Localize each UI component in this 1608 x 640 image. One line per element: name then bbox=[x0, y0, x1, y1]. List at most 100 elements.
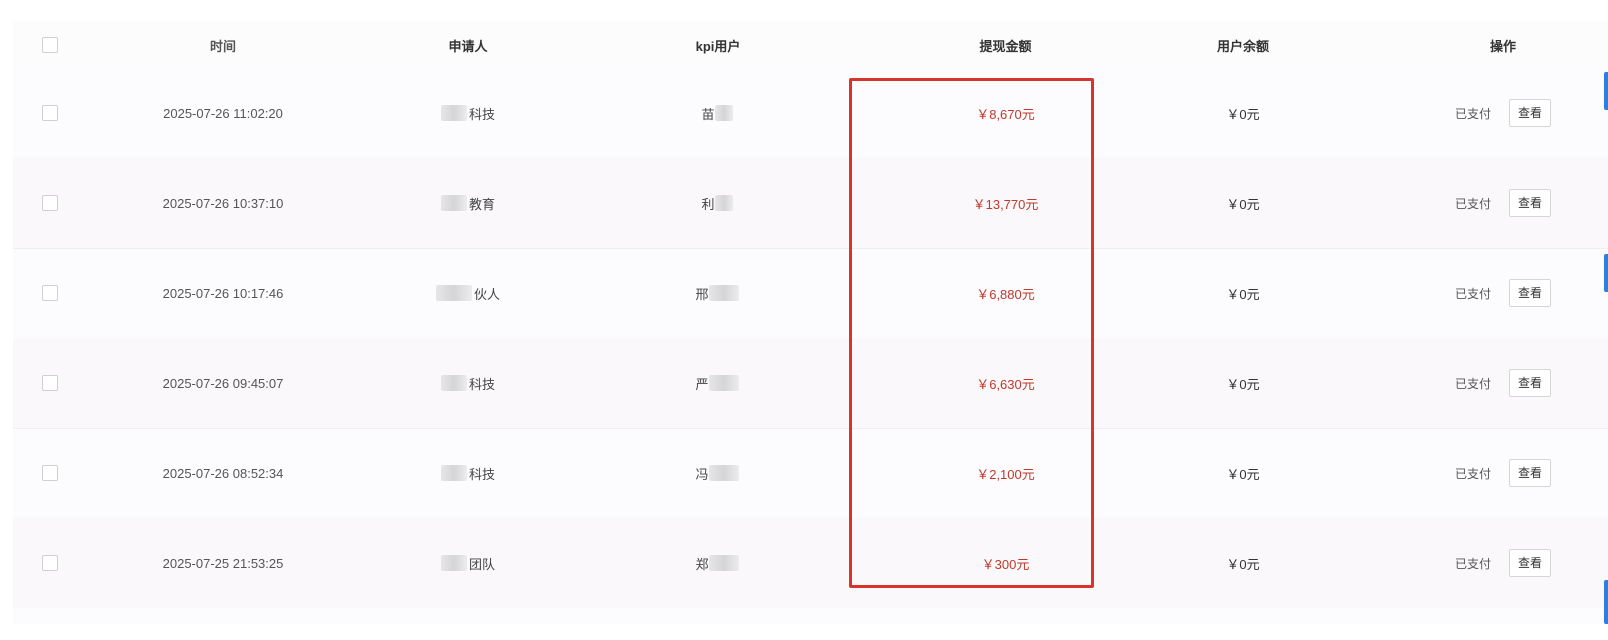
redacted-block bbox=[714, 195, 733, 211]
row-time: 2025-07-26 10:17:46 bbox=[162, 285, 284, 301]
row-checkbox[interactable] bbox=[42, 555, 58, 571]
header-user-balance: 用户余额 bbox=[1216, 38, 1269, 54]
redacted-block bbox=[440, 555, 467, 571]
kpi-prefix: 冯 bbox=[695, 466, 709, 482]
redacted-block bbox=[435, 285, 472, 301]
kpi-prefix: 郑 bbox=[695, 556, 709, 572]
row-time: 2025-07-26 08:52:34 bbox=[162, 465, 284, 481]
kpi-prefix: 苗 bbox=[701, 106, 715, 122]
row-checkbox[interactable] bbox=[42, 375, 58, 391]
row-applicant: 伙人 bbox=[393, 248, 543, 338]
row-applicant: 科技 bbox=[393, 338, 543, 428]
redacted-block bbox=[708, 375, 739, 391]
status-badge: 已支付 bbox=[1454, 196, 1491, 211]
row-withdraw-amount: ￥2,100元 bbox=[976, 466, 1035, 482]
row-time: 2025-07-26 09:45:07 bbox=[162, 375, 284, 391]
view-button[interactable]: 查看 bbox=[1509, 279, 1552, 307]
row-checkbox[interactable] bbox=[42, 285, 58, 301]
table-row: 2025-07-25 21:53:25 团队 郑 ￥300元 ￥0元 已支付 查看 bbox=[13, 518, 1608, 608]
row-actions: 已支付 查看 bbox=[1413, 518, 1593, 608]
applicant-suffix: 科技 bbox=[468, 376, 495, 392]
redacted-block bbox=[440, 375, 467, 391]
status-badge: 已支付 bbox=[1454, 286, 1491, 301]
view-button[interactable]: 查看 bbox=[1509, 549, 1552, 577]
row-checkbox[interactable] bbox=[42, 105, 58, 121]
select-all-checkbox[interactable] bbox=[42, 37, 58, 53]
row-actions: 已支付 查看 bbox=[1413, 158, 1593, 248]
redacted-block bbox=[440, 105, 467, 121]
table-row: 2025-07-26 11:02:20 科技 苗 ￥8,670元 ￥0元 已支付… bbox=[13, 68, 1608, 158]
row-kpi-user: 苗 bbox=[633, 68, 803, 158]
side-tab-handle[interactable] bbox=[1604, 254, 1608, 292]
row-select[interactable] bbox=[38, 428, 62, 518]
row-withdraw-amount: ￥6,630元 bbox=[976, 376, 1035, 392]
view-button[interactable]: 查看 bbox=[1509, 459, 1552, 487]
row-applicant: 团队 bbox=[393, 518, 543, 608]
row-kpi-user: 冯 bbox=[633, 428, 803, 518]
applicant-suffix: 科技 bbox=[468, 466, 495, 482]
applicant-suffix: 教育 bbox=[468, 196, 495, 212]
row-actions: 已支付 查看 bbox=[1413, 428, 1593, 518]
header-applicant: 申请人 bbox=[448, 38, 488, 54]
row-user-balance: ￥0元 bbox=[1226, 376, 1260, 392]
kpi-prefix: 利 bbox=[701, 196, 715, 212]
side-tab-handle[interactable] bbox=[1604, 580, 1608, 624]
redacted-block bbox=[708, 555, 739, 571]
row-applicant: 科技 bbox=[393, 428, 543, 518]
row-kpi-user: 利 bbox=[633, 158, 803, 248]
kpi-prefix: 严 bbox=[695, 376, 709, 392]
row-withdraw-amount: ￥6,880元 bbox=[976, 286, 1035, 302]
row-kpi-user: 严 bbox=[633, 338, 803, 428]
view-button[interactable]: 查看 bbox=[1509, 99, 1552, 127]
row-select[interactable] bbox=[38, 518, 62, 608]
header-actions: 操作 bbox=[1489, 38, 1516, 54]
redacted-block bbox=[708, 465, 739, 481]
row-time: 2025-07-25 21:53:25 bbox=[162, 555, 284, 571]
row-select[interactable] bbox=[38, 158, 62, 248]
row-user-balance: ￥0元 bbox=[1226, 556, 1260, 572]
row-select[interactable] bbox=[38, 338, 62, 428]
row-checkbox[interactable] bbox=[42, 195, 58, 211]
redacted-block bbox=[440, 195, 467, 211]
row-time: 2025-07-26 10:37:10 bbox=[162, 195, 284, 211]
row-user-balance: ￥0元 bbox=[1226, 106, 1260, 122]
row-actions: 已支付 查看 bbox=[1413, 248, 1593, 338]
table-row: 2025-07-26 09:45:07 科技 严 ￥6,630元 ￥0元 已支付… bbox=[13, 338, 1608, 428]
row-withdraw-amount: ￥13,770元 bbox=[972, 196, 1039, 212]
applicant-suffix: 科技 bbox=[468, 106, 495, 122]
status-badge: 已支付 bbox=[1454, 376, 1491, 391]
table-row: 2025-07-26 10:37:10 教育 利 ￥13,770元 ￥0元 已支… bbox=[13, 158, 1608, 248]
row-kpi-user: 邢 bbox=[633, 248, 803, 338]
redacted-block bbox=[440, 465, 467, 481]
header-time: 时间 bbox=[209, 38, 236, 54]
status-badge: 已支付 bbox=[1454, 466, 1491, 481]
header-withdraw-amount: 提现金额 bbox=[979, 38, 1032, 54]
row-kpi-user: 郑 bbox=[633, 518, 803, 608]
row-withdraw-amount: ￥8,670元 bbox=[976, 106, 1035, 122]
table-header: 时间 申请人 kpi用户 提现金额 用户余额 操作 bbox=[13, 22, 1608, 68]
withdrawal-table: 时间 申请人 kpi用户 提现金额 用户余额 操作 2025-07-26 11:… bbox=[13, 22, 1608, 624]
row-select[interactable] bbox=[38, 68, 62, 158]
side-tab-handle[interactable] bbox=[1604, 72, 1608, 110]
row-applicant: 科技 bbox=[393, 68, 543, 158]
row-checkbox[interactable] bbox=[42, 465, 58, 481]
applicant-suffix: 团队 bbox=[468, 556, 495, 572]
row-user-balance: ￥0元 bbox=[1226, 466, 1260, 482]
row-actions: 已支付 查看 bbox=[1413, 68, 1593, 158]
row-user-balance: ￥0元 bbox=[1226, 196, 1260, 212]
header-select-all[interactable] bbox=[38, 22, 62, 68]
row-user-balance: ￥0元 bbox=[1226, 286, 1260, 302]
table-row: 2025-07-26 10:17:46 伙人 邢 ￥6,880元 ￥0元 已支付… bbox=[13, 248, 1608, 338]
table-row: 2025-07-26 08:52:34 科技 冯 ￥2,100元 ￥0元 已支付… bbox=[13, 428, 1608, 518]
view-button[interactable]: 查看 bbox=[1509, 369, 1552, 397]
status-badge: 已支付 bbox=[1454, 556, 1491, 571]
view-button[interactable]: 查看 bbox=[1509, 189, 1552, 217]
header-kpi-user: kpi用户 bbox=[695, 38, 741, 54]
row-withdraw-amount: ￥300元 bbox=[981, 556, 1030, 572]
redacted-block bbox=[714, 105, 733, 121]
applicant-suffix: 伙人 bbox=[473, 286, 500, 302]
kpi-prefix: 邢 bbox=[695, 286, 709, 302]
row-select[interactable] bbox=[38, 248, 62, 338]
row-actions: 已支付 查看 bbox=[1413, 338, 1593, 428]
status-badge: 已支付 bbox=[1454, 106, 1491, 121]
